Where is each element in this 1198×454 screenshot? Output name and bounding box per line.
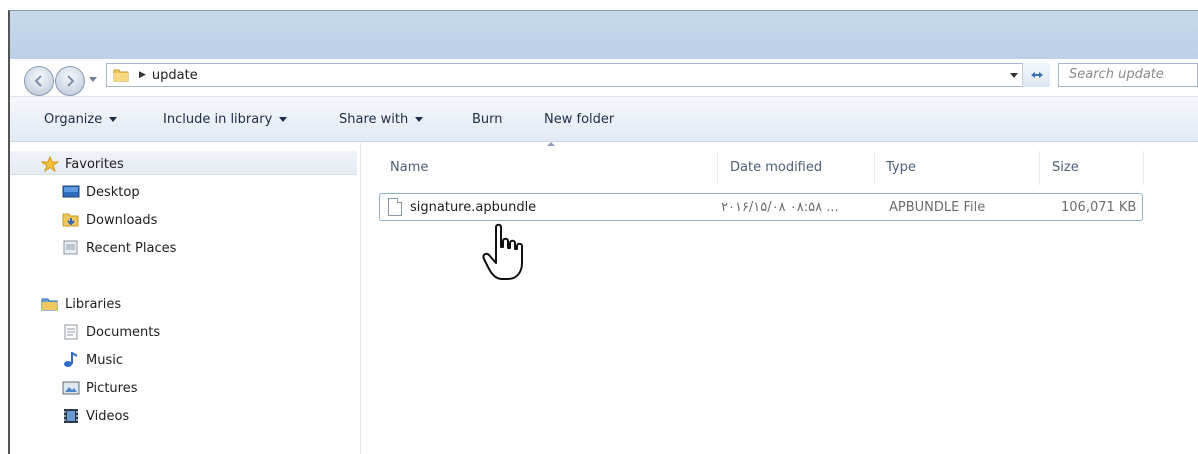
sidebar-item-downloads[interactable]: Downloads bbox=[62, 212, 157, 228]
organize-label: Organize bbox=[44, 112, 103, 127]
sidebar-libraries[interactable]: Libraries bbox=[41, 296, 121, 312]
file-name: signature.apbundle bbox=[410, 200, 537, 215]
address-bar[interactable]: ▶ update bbox=[106, 63, 1050, 87]
sidebar-item-label: Recent Places bbox=[86, 240, 177, 256]
music-icon bbox=[64, 352, 78, 367]
folder-icon bbox=[113, 69, 129, 82]
chevron-down-icon bbox=[279, 117, 288, 122]
command-bar: Organize Include in library Share with B… bbox=[10, 96, 1198, 142]
downloads-icon bbox=[62, 213, 79, 227]
column-divider[interactable] bbox=[1143, 151, 1144, 185]
hand-cursor-icon bbox=[482, 223, 523, 280]
file-icon bbox=[388, 198, 402, 216]
share-with-label: Share with bbox=[339, 112, 409, 127]
sidebar-item-label: Pictures bbox=[86, 380, 138, 396]
libraries-icon bbox=[41, 298, 58, 311]
new-folder-label: New folder bbox=[544, 112, 615, 127]
search-input[interactable]: Search update bbox=[1058, 63, 1198, 87]
desktop-icon bbox=[62, 185, 80, 198]
column-header-size[interactable]: Size bbox=[1052, 160, 1079, 175]
sidebar-favorites[interactable]: Favorites bbox=[41, 156, 124, 172]
chevron-down-icon bbox=[415, 117, 424, 122]
sidebar-item-label: Documents bbox=[86, 324, 161, 340]
organize-button[interactable]: Organize bbox=[44, 112, 118, 127]
column-divider[interactable] bbox=[874, 151, 875, 185]
file-list: Name Date modified Type Size bbox=[362, 143, 1198, 454]
chevron-down-icon bbox=[109, 117, 118, 122]
sidebar-item-pictures[interactable]: Pictures bbox=[62, 380, 137, 396]
column-header-name[interactable]: Name bbox=[390, 160, 428, 175]
file-type: APBUNDLE File bbox=[889, 200, 986, 215]
file-date-modified: ۲۰۱۶/۱۵/۰۸ ۰۸:۵۸ ... bbox=[721, 200, 839, 215]
include-in-library-label: Include in library bbox=[163, 112, 273, 127]
sidebar-item-music[interactable]: Music bbox=[62, 352, 123, 368]
star-icon bbox=[41, 156, 59, 172]
recent-pages-dropdown[interactable] bbox=[89, 77, 97, 82]
address-dropdown[interactable] bbox=[1010, 73, 1018, 78]
breadcrumb-separator[interactable]: ▶ bbox=[139, 70, 146, 80]
sidebar-item-label: Videos bbox=[86, 408, 130, 424]
burn-label: Burn bbox=[472, 112, 503, 127]
documents-icon bbox=[64, 324, 78, 340]
column-header-date-modified[interactable]: Date modified bbox=[730, 160, 822, 175]
sort-ascending-icon bbox=[547, 142, 555, 146]
burn-button[interactable]: Burn bbox=[472, 112, 503, 127]
navigation-pane: Favorites Desktop Downloads Recent Place… bbox=[10, 143, 361, 454]
sidebar-item-label: Downloads bbox=[86, 212, 158, 228]
sidebar-item-desktop[interactable]: Desktop bbox=[62, 184, 140, 200]
sidebar-item-recent-places[interactable]: Recent Places bbox=[62, 240, 176, 256]
table-row[interactable]: signature.apbundle ۲۰۱۶/۱۵/۰۸ ۰۸:۵۸ ... … bbox=[379, 193, 1143, 221]
column-divider[interactable] bbox=[1039, 151, 1040, 185]
file-size: 106,071 KB bbox=[1061, 200, 1137, 215]
column-divider[interactable] bbox=[717, 151, 718, 185]
sidebar-item-label: Music bbox=[86, 352, 123, 368]
explorer-window: ▶ update Search update Organize Include … bbox=[8, 10, 1198, 454]
pictures-icon bbox=[62, 381, 80, 395]
videos-icon bbox=[64, 409, 78, 423]
sidebar-item-label: Desktop bbox=[86, 184, 140, 200]
sidebar-libraries-label: Libraries bbox=[65, 296, 122, 312]
title-bar bbox=[10, 11, 1198, 59]
sidebar-item-documents[interactable]: Documents bbox=[62, 324, 160, 340]
sidebar-item-videos[interactable]: Videos bbox=[62, 408, 129, 424]
sidebar-favorites-label: Favorites bbox=[65, 156, 124, 172]
forward-arrow-icon bbox=[67, 75, 75, 87]
refresh-button[interactable] bbox=[1022, 63, 1050, 87]
breadcrumb-current[interactable]: update bbox=[152, 68, 198, 83]
forward-button[interactable] bbox=[55, 66, 85, 96]
back-arrow-icon bbox=[34, 75, 42, 87]
recent-places-icon bbox=[63, 240, 78, 255]
back-button[interactable] bbox=[24, 66, 54, 96]
new-folder-button[interactable]: New folder bbox=[544, 112, 614, 127]
share-with-button[interactable]: Share with bbox=[339, 112, 424, 127]
column-header-type[interactable]: Type bbox=[886, 160, 916, 175]
include-in-library-button[interactable]: Include in library bbox=[163, 112, 288, 127]
refresh-icon bbox=[1030, 72, 1043, 78]
